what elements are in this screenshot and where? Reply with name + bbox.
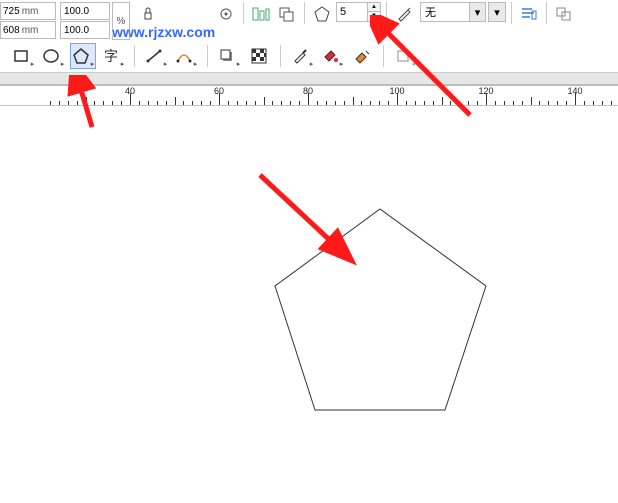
sides-up-button[interactable]: ▲ bbox=[368, 3, 380, 12]
svg-text:字: 字 bbox=[104, 49, 118, 65]
transparency-tool-button[interactable] bbox=[246, 43, 272, 69]
ellipse-tool-button[interactable]: ▸ bbox=[40, 43, 66, 69]
annotation-arrow-pentagon bbox=[245, 165, 385, 285]
annotation-arrow-polygon-tool bbox=[57, 75, 117, 135]
polygon-tool-button[interactable]: ▸ bbox=[70, 43, 96, 69]
width-field[interactable]: 725 mm bbox=[0, 2, 56, 20]
order-icon[interactable] bbox=[275, 2, 299, 26]
align-distribute-icon[interactable] bbox=[249, 2, 273, 26]
separator bbox=[207, 45, 208, 67]
scale-y-value: 100.0 bbox=[64, 25, 89, 36]
polygon-sides-input[interactable] bbox=[337, 3, 367, 21]
text-tool-button[interactable]: 字 ▸ bbox=[100, 43, 126, 69]
polygon-sides-icon bbox=[310, 2, 334, 26]
rotate-target-icon[interactable] bbox=[214, 2, 238, 26]
separator bbox=[243, 2, 244, 24]
fill-tool-button[interactable]: ▸ bbox=[319, 43, 345, 69]
eyedropper-tool-button[interactable]: ▸ bbox=[289, 43, 315, 69]
dimension-group: 725 mm 608 mm bbox=[0, 2, 56, 39]
height-value: 608 bbox=[3, 25, 20, 36]
width-value: 725 bbox=[3, 6, 20, 17]
annotation-arrow-sides bbox=[370, 15, 520, 135]
separator bbox=[134, 45, 135, 67]
height-field[interactable]: 608 mm bbox=[0, 21, 56, 39]
lock-ratio-icon[interactable] bbox=[136, 2, 160, 26]
scale-x-field[interactable]: 100.0 bbox=[60, 2, 110, 20]
separator bbox=[280, 45, 281, 67]
separator bbox=[546, 2, 547, 24]
separator bbox=[304, 2, 305, 24]
scale-y-field[interactable]: 100.0 bbox=[60, 21, 110, 39]
scale-x-value: 100.0 bbox=[64, 6, 89, 17]
text-wrap-icon[interactable] bbox=[517, 2, 541, 26]
drop-shadow-tool-button[interactable]: ▸ bbox=[216, 43, 242, 69]
width-unit: mm bbox=[22, 6, 39, 17]
convert-to-curves-icon[interactable] bbox=[552, 2, 576, 26]
rectangle-tool-button[interactable]: ▸ bbox=[10, 43, 36, 69]
height-unit: mm bbox=[22, 25, 39, 36]
drawing-canvas[interactable] bbox=[0, 120, 618, 503]
bezier-tool-button[interactable]: ▸ bbox=[173, 43, 199, 69]
scale-group: 100.0 100.0 bbox=[60, 2, 110, 39]
shape-toolbar: ▸ ▸ ▸ 字 ▸ ▸ ▸ ▸ bbox=[0, 40, 618, 72]
watermark-text: www.rjzxw.com bbox=[112, 24, 215, 40]
freehand-tool-button[interactable]: ▸ bbox=[143, 43, 169, 69]
